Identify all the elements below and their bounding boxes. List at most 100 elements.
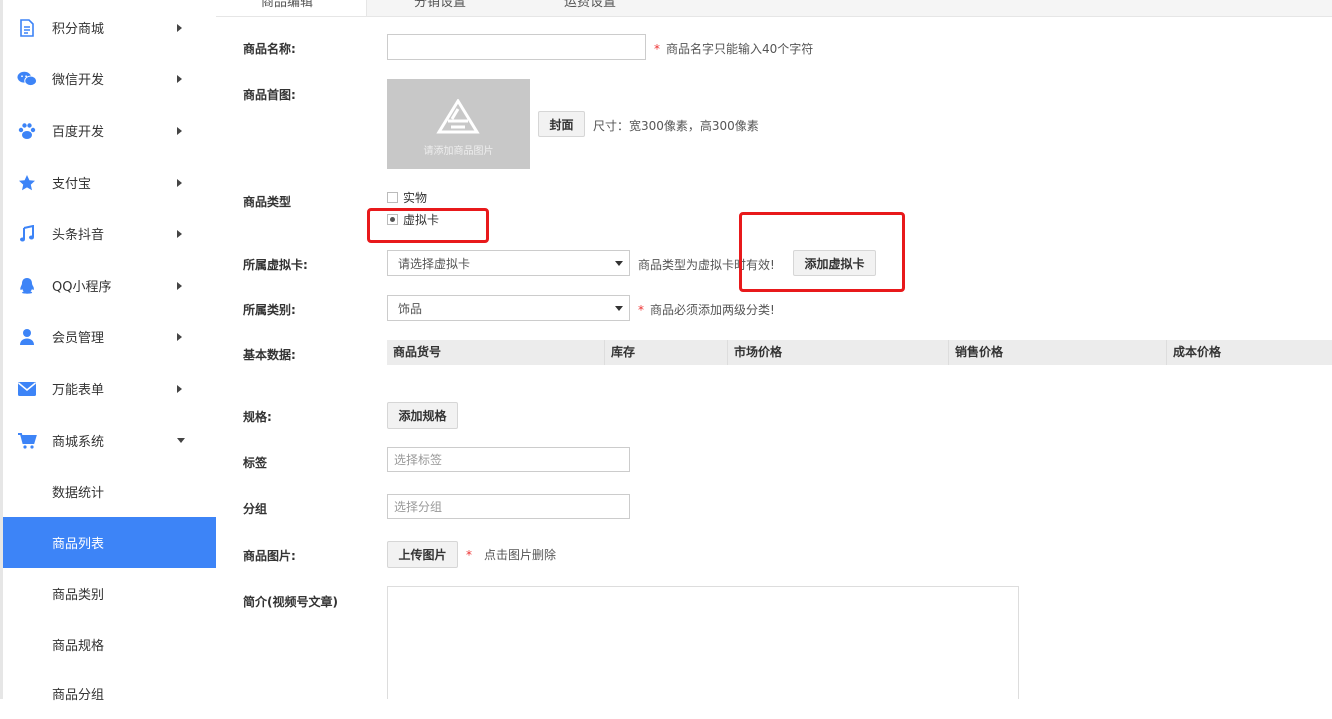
sidebar-subitem-label: 商品类别 [52,588,105,603]
tab-label: 运费设置 [564,0,617,10]
images-hint: * 点击图片删除 [466,546,556,563]
document-icon [17,18,37,38]
virtual-card-select[interactable]: 请选择虚拟卡 [387,250,630,276]
column-header: 市场价格 [727,340,948,365]
hint-text: 商品名字只能输入40个字符 [666,42,814,56]
sidebar-item-label: 头条抖音 [52,228,105,243]
column-header: 商品货号 [393,345,442,359]
chevron-right-icon [177,229,182,238]
sidebar-item-label: 会员管理 [52,331,105,346]
tab-shipping[interactable]: 运费设置 [536,0,706,16]
group-input[interactable] [387,494,630,519]
cart-icon [17,431,37,451]
group-label: 分组 [243,502,268,516]
intro-label: 简介(视频号文章) [243,595,338,609]
required-mark: * [466,548,472,562]
sidebar-item-qq[interactable]: QQ小程序 [3,260,216,311]
wechat-icon [17,69,37,89]
spec-label: 规格: [243,410,272,424]
required-mark: * [638,303,644,317]
radio-label: 实物 [403,191,428,205]
sidebar-item-label: 万能表单 [52,383,105,398]
chevron-right-icon [177,384,182,393]
sidebar-item-toutiao[interactable]: 头条抖音 [3,208,216,259]
sidebar-subitem-label: 商品列表 [52,537,105,552]
upload-placeholder-text: 请添加商品图片 [423,146,494,157]
select-value: 请选择虚拟卡 [398,256,471,271]
chevron-right-icon [177,74,182,83]
cover-button[interactable]: 封面 [538,111,585,137]
hint-text: 点击图片删除 [484,548,557,562]
chevron-right-icon [177,126,182,135]
select-value: 饰品 [398,301,423,316]
chevron-right-icon [177,281,182,290]
envelope-icon [17,379,37,399]
annotation-box [367,208,489,243]
user-icon [17,327,37,347]
radio-button[interactable] [387,192,398,203]
sidebar-item-members[interactable]: 会员管理 [3,311,216,362]
sidebar-item-mall-system[interactable]: 商城系统 [3,415,216,466]
sidebar-subitem-categories[interactable]: 商品类别 [3,568,216,619]
basic-data-table-header: 商品货号 库存 市场价格 销售价格 成本价格 [387,340,1332,365]
sidebar-item-forms[interactable]: 万能表单 [3,363,216,414]
cover-image-upload[interactable]: 请添加商品图片 [387,79,530,169]
tab-bar: 商品编辑 分销设置 运费设置 [216,0,1332,17]
chevron-right-icon [177,178,182,187]
paw-icon [17,121,37,141]
sidebar-subitem-specs[interactable]: 商品规格 [3,619,216,670]
category-hint: * 商品必须添加两级分类! [638,301,775,318]
cover-size-hint: 尺寸：宽300像素，高300像素 [593,119,759,133]
sidebar: 积分商城 微信开发 百度开发 支付宝 头条抖音 QQ小程序 会员管理 万能表单 … [0,0,216,703]
column-header: 成本价格 [1166,340,1332,365]
sidebar-item-alipay[interactable]: 支付宝 [3,157,216,208]
sidebar-subitem-groups[interactable]: 商品分组 [3,668,216,719]
basic-data-label: 基本数据: [243,348,296,362]
tab-label: 分销设置 [414,0,467,10]
sidebar-item-label: 商城系统 [52,435,105,450]
column-header: 销售价格 [948,340,1166,365]
sidebar-subitem-stats[interactable]: 数据统计 [3,466,216,517]
sidebar-item-wechat[interactable]: 微信开发 [3,53,216,104]
sidebar-item-points-mall[interactable]: 积分商城 [3,2,216,53]
sidebar-subitem-label: 商品规格 [52,639,105,654]
sidebar-item-label: 微信开发 [52,73,105,88]
qq-icon [17,276,37,296]
category-label: 所属类别: [243,303,296,317]
sidebar-item-label: 积分商城 [52,22,105,37]
sidebar-item-label: 百度开发 [52,125,105,140]
chevron-right-icon [177,23,182,32]
product-name-label: 商品名称: [243,42,296,56]
sidebar-item-label: 支付宝 [52,177,92,192]
annotation-box [739,212,905,292]
type-option-physical[interactable]: 实物 [387,189,427,206]
chevron-down-icon [177,438,185,443]
sidebar-item-label: QQ小程序 [52,280,112,295]
cover-label: 商品首图: [243,88,296,102]
sidebar-item-baidu[interactable]: 百度开发 [3,105,216,156]
tag-label: 标签 [243,456,268,470]
column-header: 库存 [604,340,727,365]
tab-label: 商品编辑 [261,0,314,10]
category-select[interactable]: 饰品 [387,295,630,321]
dropdown-caret-icon [615,306,623,311]
product-images-label: 商品图片: [243,549,296,563]
product-type-label: 商品类型 [243,195,292,209]
tab-distribution[interactable]: 分销设置 [366,0,536,16]
intro-editor[interactable] [387,586,1019,699]
sidebar-subitem-label: 商品分组 [52,688,105,703]
hint-text: 商品必须添加两级分类! [650,303,775,317]
sidebar-subitem-label: 数据统计 [52,486,105,501]
tab-product-edit[interactable]: 商品编辑 [216,0,367,16]
image-placeholder-icon [436,99,480,135]
chevron-right-icon [177,332,182,341]
required-mark: * [654,42,660,56]
product-name-hint: * 商品名字只能输入40个字符 [654,40,813,57]
sidebar-subitem-product-list[interactable]: 商品列表 [3,517,216,568]
product-name-input[interactable] [387,34,646,60]
virtual-card-label: 所属虚拟卡: [243,258,308,272]
upload-image-button[interactable]: 上传图片 [387,541,458,568]
tag-input[interactable] [387,447,630,472]
add-spec-button[interactable]: 添加规格 [387,402,458,429]
star-icon [17,173,37,193]
